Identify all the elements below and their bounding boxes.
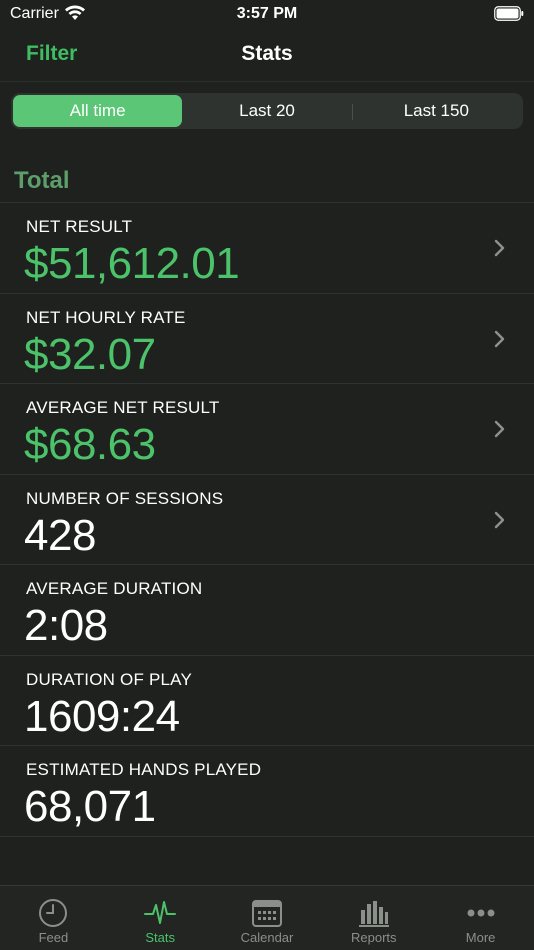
stat-label: NUMBER OF SESSIONS [26,488,224,508]
section-header-total: Total [14,167,70,194]
bar-chart-icon [358,901,389,927]
tab-label: More [465,930,496,945]
tab-label: Stats [145,930,175,945]
stat-row-net-result[interactable]: NET RESULT $51,612.01 [0,203,534,294]
segment-label: Last 20 [239,101,295,120]
stat-row-estimated-hands-played: ESTIMATED HANDS PLAYED 68,071 [0,746,534,837]
tab-feed[interactable]: Feed [0,886,107,950]
segment-last-150[interactable]: Last 150 [351,95,521,127]
stat-label: AVERAGE NET RESULT [26,398,220,417]
chevron-right-icon [494,420,505,438]
tab-more[interactable]: More [427,886,534,950]
more-icon [467,909,495,917]
page-title: Stats [241,42,293,65]
tab-label: Calendar [240,930,294,945]
clock-icon [39,899,68,927]
chevron-right-icon [494,330,505,347]
chevron-right-icon [494,511,505,528]
stat-value: $32.07 [24,329,156,379]
segment-label: All time [69,101,126,120]
stat-row-average-duration: AVERAGE DURATION 2:08 [0,565,534,656]
tab-bar: Feed Stats Calendar Reports More [0,885,534,950]
tab-label: Feed [38,930,69,945]
stats-list: NET RESULT $51,612.01 NET HOURLY RATE $3… [0,202,534,837]
segment-last-20[interactable]: Last 20 [182,95,351,127]
stat-row-duration-of-play: DURATION OF PLAY 1609:24 [0,656,534,746]
stat-value: 2:08 [24,601,108,650]
tab-label: Reports [351,930,397,945]
time-range-segmented-control: All time Last 20 Last 150 [11,93,523,129]
tab-calendar[interactable]: Calendar [214,886,321,950]
navigation-bar: Filter Stats [0,30,534,82]
stat-value: 68,071 [24,782,156,831]
tab-reports[interactable]: Reports [320,886,427,950]
status-bar: Carrier 3:57 PM [0,0,534,30]
stat-row-net-hourly-rate[interactable]: NET HOURLY RATE $32.07 [0,294,534,384]
status-time: 3:57 PM [236,5,298,22]
tab-stats[interactable]: Stats [107,886,214,950]
stat-value: $68.63 [24,420,156,469]
stat-value: $51,612.01 [24,239,240,288]
battery-icon [494,6,524,21]
stat-label: NET RESULT [26,217,133,236]
segment-all-time[interactable]: All time [13,95,183,127]
stat-value: 1609:24 [24,691,180,741]
stat-label: DURATION OF PLAY [26,669,192,689]
stat-label: ESTIMATED HANDS PLAYED [26,760,262,779]
filter-button[interactable]: Filter [26,42,77,66]
stat-row-number-of-sessions[interactable]: NUMBER OF SESSIONS 428 [0,475,534,565]
stat-label: AVERAGE DURATION [26,579,203,598]
segment-label: Last 150 [403,101,469,120]
pulse-icon [144,901,177,924]
stat-label: NET HOURLY RATE [26,307,186,327]
stat-row-average-net-result[interactable]: AVERAGE NET RESULT $68.63 [0,384,534,475]
calendar-icon [251,900,282,927]
chevron-right-icon [494,239,505,257]
segment-divider [351,104,353,120]
stat-value: 428 [24,510,96,560]
